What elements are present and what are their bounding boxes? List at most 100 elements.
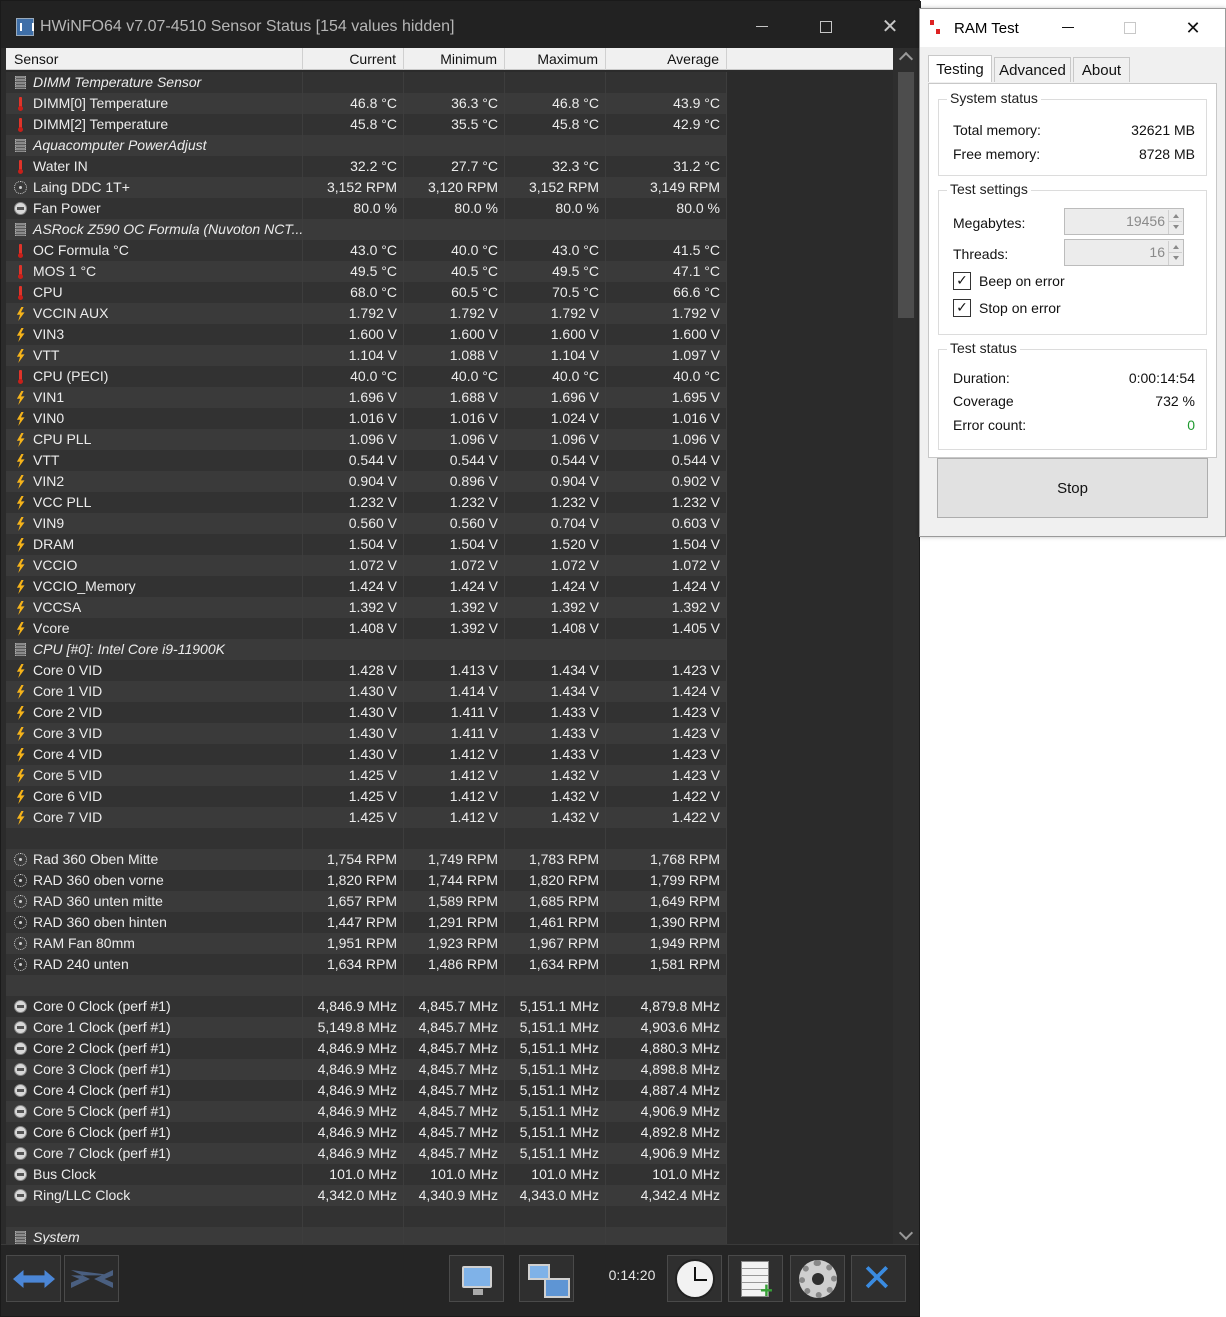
- reset-timer-button[interactable]: [667, 1255, 722, 1302]
- column-header-average[interactable]: Average: [606, 48, 727, 70]
- sensor-row[interactable]: VIN3 1.600 V 1.600 V 1.600 V 1.600 V: [6, 324, 893, 345]
- vertical-scrollbar[interactable]: [893, 48, 919, 1244]
- scroll-up-icon[interactable]: [898, 51, 914, 67]
- sensor-row[interactable]: VTT 1.104 V 1.088 V 1.104 V 1.097 V: [6, 345, 893, 366]
- sensor-row[interactable]: CPU (PECI) 40.0 °C 40.0 °C 40.0 °C 40.0 °C: [6, 366, 893, 387]
- sensor-row[interactable]: DIMM[0] Temperature 46.8 °C 36.3 °C 46.8 °C…: [6, 93, 893, 114]
- column-header-minimum[interactable]: Minimum: [404, 48, 505, 70]
- megabytes-stepper[interactable]: 19456: [1064, 208, 1184, 235]
- sensor-group-row[interactable]: ASRock Z590 OC Formula (Nuvoton NCT...: [6, 219, 893, 240]
- sensor-row[interactable]: Core 3 VID 1.430 V 1.411 V 1.433 V 1.423 V: [6, 723, 893, 744]
- sensor-row[interactable]: RAD 360 oben hinten 1,447 RPM 1,291 RPM 1,4…: [6, 912, 893, 933]
- close-button[interactable]: ✕: [1170, 9, 1216, 47]
- ramtest-title-bar[interactable]: RAM Test ✕: [920, 9, 1225, 47]
- sensor-row[interactable]: DRAM 1.504 V 1.504 V 1.520 V 1.504 V: [6, 534, 893, 555]
- blank-row[interactable]: [6, 975, 893, 996]
- sensor-name-cell: VCCIO: [6, 555, 303, 576]
- sensor-group-row[interactable]: Aquacomputer PowerAdjust: [6, 135, 893, 156]
- maximize-button[interactable]: [1107, 9, 1153, 47]
- tab-testing[interactable]: Testing: [928, 55, 992, 82]
- stop-button[interactable]: Stop: [937, 458, 1208, 518]
- spin-up-icon[interactable]: [1168, 241, 1182, 253]
- sensor-row[interactable]: Core 0 VID 1.428 V 1.413 V 1.434 V 1.423 V: [6, 660, 893, 681]
- blank-row[interactable]: [6, 828, 893, 849]
- sensor-row[interactable]: VCCIO 1.072 V 1.072 V 1.072 V 1.072 V: [6, 555, 893, 576]
- sensor-row[interactable]: Core 5 Clock (perf #1) 4,846.9 MHz 4,845.7…: [6, 1101, 893, 1122]
- close-sensors-button[interactable]: ✕: [851, 1255, 906, 1302]
- sensor-row[interactable]: Core 6 VID 1.425 V 1.412 V 1.432 V 1.422 V: [6, 786, 893, 807]
- column-header-maximum[interactable]: Maximum: [505, 48, 606, 70]
- sensor-row[interactable]: VCC PLL 1.232 V 1.232 V 1.232 V 1.232 V: [6, 492, 893, 513]
- sensor-group-row[interactable]: DIMM Temperature Sensor: [6, 72, 893, 93]
- sensor-row[interactable]: RAM Fan 80mm 1,951 RPM 1,923 RPM 1,967 RPM 1…: [6, 933, 893, 954]
- remote-monitor-button[interactable]: [449, 1255, 504, 1302]
- sensor-row[interactable]: VIN9 0.560 V 0.560 V 0.704 V 0.603 V: [6, 513, 893, 534]
- network-monitor-button[interactable]: [519, 1255, 574, 1302]
- sensor-row[interactable]: Core 4 VID 1.430 V 1.412 V 1.433 V 1.423 V: [6, 744, 893, 765]
- sensor-row[interactable]: Ring/LLC Clock 4,342.0 MHz 4,340.9 MHz 4,34…: [6, 1185, 893, 1206]
- sensor-name: Core 4 Clock (perf #1): [33, 1082, 171, 1098]
- sensor-row[interactable]: Core 7 Clock (perf #1) 4,846.9 MHz 4,845.7…: [6, 1143, 893, 1164]
- sensor-name-cell: CPU [#0]: Intel Core i9-11900K: [6, 639, 303, 660]
- sensor-row[interactable]: Core 0 Clock (perf #1) 4,846.9 MHz 4,845.7…: [6, 996, 893, 1017]
- sensor-row[interactable]: Bus Clock 101.0 MHz 101.0 MHz 101.0 MHz 101.…: [6, 1164, 893, 1185]
- sensor-row[interactable]: Core 1 VID 1.430 V 1.414 V 1.434 V 1.424 V: [6, 681, 893, 702]
- expand-columns-button[interactable]: [6, 1255, 61, 1302]
- sensor-row[interactable]: Core 1 Clock (perf #1) 5,149.8 MHz 4,845.7…: [6, 1017, 893, 1038]
- sensor-row[interactable]: DIMM[2] Temperature 45.8 °C 35.5 °C 45.8 °C…: [6, 114, 893, 135]
- sensor-row[interactable]: VIN1 1.696 V 1.688 V 1.696 V 1.695 V: [6, 387, 893, 408]
- sensor-row[interactable]: RAD 360 unten mitte 1,657 RPM 1,589 RPM 1,6…: [6, 891, 893, 912]
- sensor-row[interactable]: Rad 360 Oben Mitte 1,754 RPM 1,749 RPM 1,78…: [6, 849, 893, 870]
- checkmark-icon[interactable]: ✓: [953, 272, 971, 290]
- tab-about[interactable]: About: [1073, 57, 1130, 82]
- minimize-button[interactable]: [1045, 9, 1091, 47]
- logging-button[interactable]: [728, 1255, 783, 1304]
- blank-row[interactable]: [6, 1206, 893, 1227]
- sensor-row[interactable]: VCCSA 1.392 V 1.392 V 1.392 V 1.392 V: [6, 597, 893, 618]
- sensor-row[interactable]: MOS 1 °C 49.5 °C 40.5 °C 49.5 °C 47.1 °C: [6, 261, 893, 282]
- sensor-group-row[interactable]: CPU [#0]: Intel Core i9-11900K: [6, 639, 893, 660]
- spin-down-icon[interactable]: [1168, 253, 1182, 265]
- sensor-row[interactable]: VCCIN AUX 1.792 V 1.792 V 1.792 V 1.792 V: [6, 303, 893, 324]
- sensor-row[interactable]: CPU PLL 1.096 V 1.096 V 1.096 V 1.096 V: [6, 429, 893, 450]
- sensor-row[interactable]: Core 3 Clock (perf #1) 4,846.9 MHz 4,845.7…: [6, 1059, 893, 1080]
- scroll-down-icon[interactable]: [898, 1225, 914, 1241]
- sensor-row[interactable]: OC Formula °C 43.0 °C 40.0 °C 43.0 °C 41.5 °…: [6, 240, 893, 261]
- sensor-row[interactable]: Core 4 Clock (perf #1) 4,846.9 MHz 4,845.7…: [6, 1080, 893, 1101]
- hwinfo-title-bar[interactable]: HWiNFO64 v7.07-4510 Sensor Status [154 v…: [1, 1, 921, 48]
- checkmark-icon[interactable]: ✓: [953, 299, 971, 317]
- close-button[interactable]: ✕: [867, 9, 913, 45]
- sensor-row[interactable]: CPU 68.0 °C 60.5 °C 70.5 °C 66.6 °C: [6, 282, 893, 303]
- sensor-row[interactable]: Laing DDC 1T+ 3,152 RPM 3,120 RPM 3,152 RPM…: [6, 177, 893, 198]
- spin-down-icon[interactable]: [1168, 222, 1182, 234]
- sensor-row[interactable]: Core 2 Clock (perf #1) 4,846.9 MHz 4,845.7…: [6, 1038, 893, 1059]
- sensor-row[interactable]: VTT 0.544 V 0.544 V 0.544 V 0.544 V: [6, 450, 893, 471]
- sensor-name-cell: MOS 1 °C: [6, 261, 303, 282]
- scrollbar-thumb[interactable]: [898, 72, 914, 318]
- sensor-row[interactable]: VIN0 1.016 V 1.016 V 1.024 V 1.016 V: [6, 408, 893, 429]
- collapse-columns-button[interactable]: [64, 1255, 119, 1302]
- maximize-button[interactable]: [803, 9, 849, 45]
- threads-stepper[interactable]: 16: [1064, 239, 1184, 266]
- sensor-row[interactable]: RAD 240 unten 1,634 RPM 1,486 RPM 1,634 RPM…: [6, 954, 893, 975]
- minimize-button[interactable]: [739, 9, 785, 45]
- sensor-list[interactable]: DIMM Temperature Sensor DIMM[0] Temperatu…: [6, 72, 893, 1244]
- sensor-name-cell: RAD 360 oben hinten: [6, 912, 303, 933]
- column-header-current[interactable]: Current: [303, 48, 404, 70]
- settings-button[interactable]: [790, 1255, 845, 1302]
- spin-up-icon[interactable]: [1168, 210, 1182, 222]
- sensor-row[interactable]: Core 2 VID 1.430 V 1.411 V 1.433 V 1.423 V: [6, 702, 893, 723]
- sensor-row[interactable]: VIN2 0.904 V 0.896 V 0.904 V 0.902 V: [6, 471, 893, 492]
- sensor-row[interactable]: RAD 360 oben vorne 1,820 RPM 1,744 RPM 1,82…: [6, 870, 893, 891]
- sensor-row[interactable]: Core 7 VID 1.425 V 1.412 V 1.432 V 1.422 V: [6, 807, 893, 828]
- sensor-row[interactable]: Core 6 Clock (perf #1) 4,846.9 MHz 4,845.7…: [6, 1122, 893, 1143]
- sensor-row[interactable]: Water IN 32.2 °C 27.7 °C 32.3 °C 31.2 °C: [6, 156, 893, 177]
- sensor-row[interactable]: Core 5 VID 1.425 V 1.412 V 1.432 V 1.423 V: [6, 765, 893, 786]
- sensor-row[interactable]: VCCIO_Memory 1.424 V 1.424 V 1.424 V 1.424 V: [6, 576, 893, 597]
- tab-advanced[interactable]: Advanced: [994, 57, 1071, 82]
- sensor-group-row[interactable]: System: [6, 1227, 893, 1244]
- column-header-sensor[interactable]: Sensor: [6, 48, 303, 70]
- sensor-row[interactable]: Fan Power 80.0 % 80.0 % 80.0 % 80.0 %: [6, 198, 893, 219]
- voltage-icon: [14, 349, 27, 362]
- sensor-row[interactable]: Vcore 1.408 V 1.392 V 1.408 V 1.405 V: [6, 618, 893, 639]
